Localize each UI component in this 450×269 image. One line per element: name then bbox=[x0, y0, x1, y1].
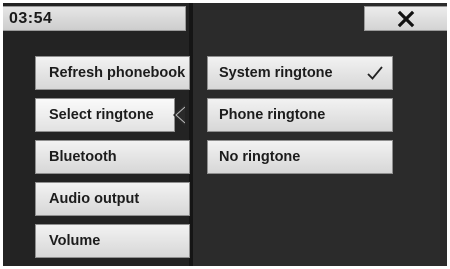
menu-item-audio-output[interactable]: Audio output bbox=[35, 182, 190, 216]
status-bar: 03:54 bbox=[3, 6, 186, 31]
checkmark-icon bbox=[367, 66, 383, 80]
submenu-pane bbox=[193, 3, 447, 266]
menu-item-refresh-phonebook[interactable]: Refresh phonebook bbox=[35, 56, 190, 90]
close-icon bbox=[397, 10, 415, 28]
menu-item-label: Select ringtone bbox=[49, 107, 154, 123]
menu-item-volume[interactable]: Volume bbox=[35, 224, 190, 258]
ringtone-option-none[interactable]: No ringtone bbox=[207, 140, 393, 174]
menu-item-bluetooth[interactable]: Bluetooth bbox=[35, 140, 190, 174]
ringtone-option-label: No ringtone bbox=[219, 149, 301, 165]
close-button[interactable] bbox=[364, 6, 447, 31]
menu-item-select-ringtone[interactable]: Select ringtone bbox=[35, 98, 175, 132]
menu-item-label: Volume bbox=[49, 233, 101, 249]
ringtone-option-label: Phone ringtone bbox=[219, 107, 326, 123]
menu-item-label: Audio output bbox=[49, 191, 140, 207]
ringtone-option-label: System ringtone bbox=[219, 65, 333, 81]
ringtone-option-phone[interactable]: Phone ringtone bbox=[207, 98, 393, 132]
menu-item-label: Bluetooth bbox=[49, 149, 117, 165]
clock: 03:54 bbox=[9, 10, 53, 27]
selection-pointer-icon bbox=[173, 104, 185, 126]
menu-item-label: Refresh phonebook bbox=[49, 65, 186, 81]
ringtone-option-system[interactable]: System ringtone bbox=[207, 56, 393, 90]
